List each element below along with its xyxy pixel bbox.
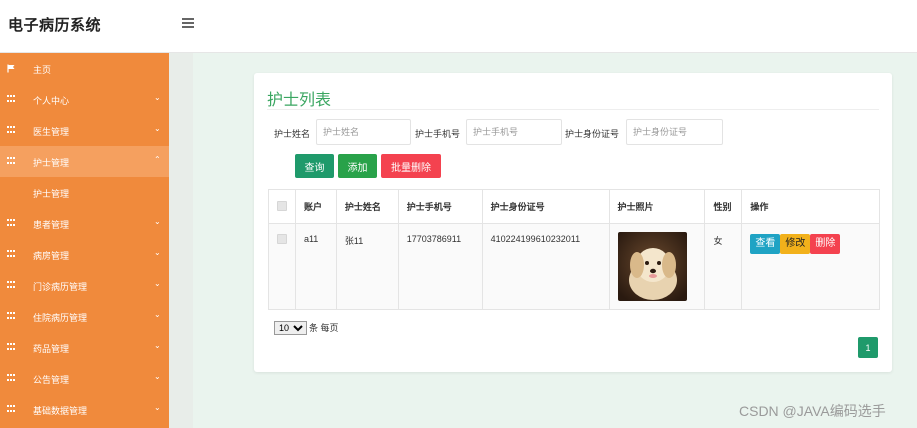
column-header: 操作 [741,189,880,224]
sidebar-item-label: 主页 [33,65,52,75]
query-button[interactable]: 查询 [295,154,334,178]
sidebar: 主页 个人中心 ⌄ 医生管理 ⌄ 护士管理 ⌃ 护士管理 患者管理 ⌄ 病房管理… [0,53,169,428]
nurse-photo-puppy [617,232,687,301]
sidebar-item-inpatient-records[interactable]: 住院病历管理 ⌄ [0,301,169,332]
select-all-cell [268,189,296,224]
grid-icon [7,95,16,103]
page-size-control: 10条 每页 [274,321,339,335]
nurse-id-label: 护士身份证号 [565,129,620,139]
select-all-checkbox[interactable] [277,200,287,211]
nurse-table: 账户 护士姓名 护士手机号 护士身份证号 护士照片 性别 操作 a11 张11 … [268,189,880,310]
grid-icon [7,250,16,258]
sidebar-item-label: 基础数据管理 [33,406,88,416]
chevron-down-icon: ⌄ [154,341,161,350]
row-checkbox[interactable] [277,234,287,244]
chevron-down-icon: ⌄ [154,248,161,257]
column-header: 护士身份证号 [481,189,610,224]
column-header: 护士手机号 [397,189,483,224]
page-size-suffix: 条 每页 [309,323,339,333]
grid-icon [7,312,16,320]
sidebar-item-doctors[interactable]: 医生管理 ⌄ [0,115,169,146]
sidebar-item-wards[interactable]: 病房管理 ⌄ [0,239,169,270]
app-title: 电子病历系统 [8,17,102,34]
top-header: 电子病历系统 [0,0,917,53]
table-row: a11 张11 17703786911 410224199610232011 女… [268,223,880,310]
sidebar-item-label: 患者管理 [33,220,70,230]
sidebar-item-label: 病房管理 [33,251,70,261]
sidebar-subitem-nurse-management[interactable]: 护士管理 [0,177,169,208]
column-header: 护士照片 [608,189,706,224]
grid-icon [7,219,16,227]
chevron-up-icon: ⌃ [154,155,161,164]
sidebar-item-label: 住院病历管理 [33,313,88,323]
photo-cell [608,223,706,310]
row-select-cell [268,223,296,310]
nurse-list-card: 护士列表 护士姓名 护士手机号 护士身份证号 查询 添加 批量删除 账户 护士姓… [254,73,892,372]
id-number-cell: 410224199610232011 [481,223,610,310]
nurse-name-input[interactable] [316,119,411,145]
grid-icon [7,405,16,413]
sidebar-item-label: 药品管理 [33,344,70,354]
page-title: 护士列表 [267,92,332,109]
csdn-watermark: CSDN @JAVA编码选手 [739,403,886,419]
gender-cell: 女 [704,223,743,310]
column-header: 账户 [294,189,337,224]
chevron-down-icon: ⌄ [154,124,161,133]
sidebar-item-label: 门诊病历管理 [33,282,88,292]
grid-icon [7,157,16,165]
sidebar-item-label: 医生管理 [33,127,70,137]
chevron-down-icon: ⌄ [154,372,161,381]
sidebar-item-announcements[interactable]: 公告管理 ⌄ [0,363,169,394]
sidebar-item-label: 个人中心 [33,96,70,106]
page-size-select[interactable]: 10 [274,321,307,335]
sidebar-item-medicines[interactable]: 药品管理 ⌄ [0,332,169,363]
nurse-phone-label: 护士手机号 [415,129,461,139]
nurse-name-label: 护士姓名 [274,129,311,139]
chevron-down-icon: ⌄ [154,279,161,288]
view-button[interactable]: 查看 [750,234,781,254]
sidebar-gutter [169,53,193,428]
grid-icon [7,281,16,289]
column-header: 护士姓名 [335,189,399,224]
sidebar-item-outpatient-records[interactable]: 门诊病历管理 ⌄ [0,270,169,301]
sidebar-item-nurses[interactable]: 护士管理 ⌃ [0,146,169,177]
actions-cell: 查看 修改 删除 [741,223,880,310]
column-header: 性别 [704,189,743,224]
grid-icon [7,343,16,351]
add-button[interactable]: 添加 [338,154,377,178]
table-header-row: 账户 护士姓名 护士手机号 护士身份证号 护士照片 性别 操作 [268,189,880,224]
sidebar-item-label: 公告管理 [33,375,70,385]
sidebar-item-base-data[interactable]: 基础数据管理 ⌄ [0,394,169,425]
nurse-id-input[interactable] [626,119,723,145]
sidebar-item-label: 护士管理 [33,158,70,168]
sidebar-item-patients[interactable]: 患者管理 ⌄ [0,208,169,239]
flag-icon [7,64,16,73]
account-cell: a11 [294,223,337,310]
chevron-down-icon: ⌄ [154,217,161,226]
chevron-down-icon: ⌄ [154,93,161,102]
title-divider [267,109,879,110]
bulk-delete-button[interactable]: 批量删除 [381,154,441,178]
sidebar-item-home[interactable]: 主页 [0,53,169,84]
search-form: 护士姓名 护士手机号 护士身份证号 [274,119,874,147]
edit-button[interactable]: 修改 [780,234,811,254]
sidebar-item-personal-center[interactable]: 个人中心 ⌄ [0,84,169,115]
name-cell: 张11 [335,223,399,310]
page-number-button[interactable]: 1 [858,337,878,358]
delete-button[interactable]: 删除 [810,234,841,254]
menu-toggle-icon[interactable] [182,18,194,28]
grid-icon [7,126,16,134]
phone-cell: 17703786911 [397,223,483,310]
chevron-down-icon: ⌄ [154,403,161,412]
chevron-down-icon: ⌄ [154,310,161,319]
grid-icon [7,374,16,382]
nurse-phone-input[interactable] [466,119,562,145]
sidebar-item-label: 护士管理 [33,189,70,199]
